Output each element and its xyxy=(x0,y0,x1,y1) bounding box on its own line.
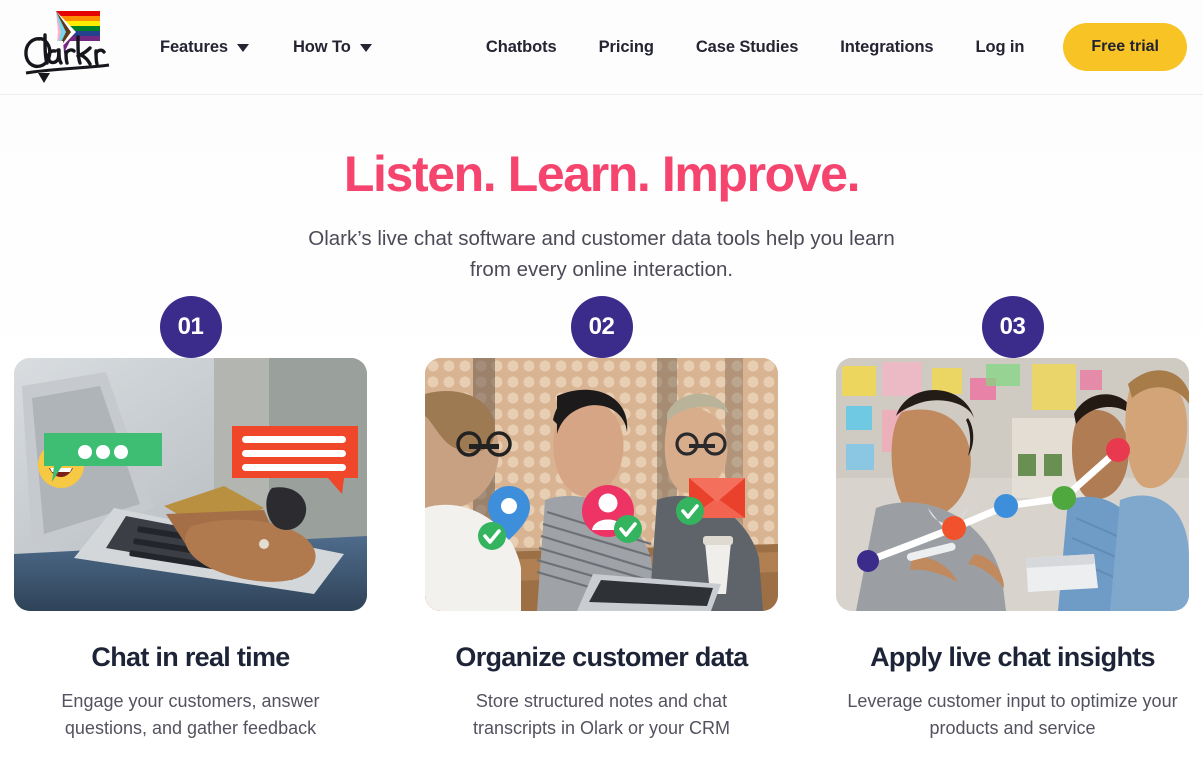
card-description: Store structured notes and chat transcri… xyxy=(472,691,731,739)
olark-logo-icon xyxy=(24,11,110,83)
nav-item-pricing[interactable]: Pricing xyxy=(578,38,675,57)
feature-card-chat-in-real-time[interactable]: 01 Chat in real time Engage your custome… xyxy=(14,295,367,743)
hero-subtitle: Olark’s live chat software and customer … xyxy=(308,227,895,281)
card-title: Chat in real time xyxy=(91,641,290,672)
olark-logo[interactable] xyxy=(14,7,118,87)
step-badge: 02 xyxy=(570,295,633,358)
nav-item-label: Integrations xyxy=(840,37,934,56)
card-image-team-at-table-with-laptop xyxy=(425,357,778,611)
nav-item-integrations[interactable]: Integrations xyxy=(819,38,954,57)
chevron-down-icon xyxy=(236,44,249,52)
nav-item-how-to[interactable]: How To xyxy=(293,38,372,57)
chevron-down-icon xyxy=(359,44,372,52)
card-title: Apply live chat insights xyxy=(870,641,1155,672)
nav-item-features[interactable]: Features xyxy=(160,38,249,57)
card-image-person-on-laptop-with-credit-card xyxy=(14,357,367,611)
feature-card-organize-customer-data[interactable]: 02 Organize customer data Store structur… xyxy=(425,295,778,743)
nav-item-label: How To xyxy=(292,37,351,56)
nav-item-case-studies[interactable]: Case Studies xyxy=(675,38,819,57)
nav-item-label: Chatbots xyxy=(485,37,557,56)
card-description: Leverage customer input to optimize your… xyxy=(847,691,1178,739)
step-badge: 03 xyxy=(981,295,1044,358)
feature-cards: 01 Chat in real time Engage your custome… xyxy=(0,286,1203,743)
card-title: Organize customer data xyxy=(455,641,748,672)
page-title: Listen. Learn. Improve. xyxy=(343,146,861,202)
free-trial-button[interactable]: Free trial xyxy=(1063,23,1187,71)
nav-item-label: Log in xyxy=(975,37,1025,56)
hero-section: Listen. Learn. Improve. Olark’s live cha… xyxy=(0,95,1203,286)
site-header: Features How To Chatbots Pricing Case St… xyxy=(0,0,1203,95)
page-content: Listen. Learn. Improve. Olark’s live cha… xyxy=(0,95,1203,768)
feature-card-apply-live-chat-insights[interactable]: 03 Apply live chat insights Leverage cus… xyxy=(836,295,1189,743)
nav-item-chatbots[interactable]: Chatbots xyxy=(476,38,578,57)
primary-nav-right: Chatbots Pricing Case Studies Integratio… xyxy=(476,23,1187,71)
nav-item-label: Case Studies xyxy=(695,37,799,56)
card-image-team-discussion-with-notes xyxy=(836,357,1189,611)
step-badge: 01 xyxy=(159,295,222,358)
nav-item-log-in[interactable]: Log in xyxy=(955,38,1046,57)
primary-nav-left: Features How To xyxy=(160,38,372,57)
nav-item-label: Features xyxy=(160,37,228,56)
card-description: Engage your customers, answer questions,… xyxy=(61,691,320,739)
nav-item-label: Pricing xyxy=(598,37,654,56)
